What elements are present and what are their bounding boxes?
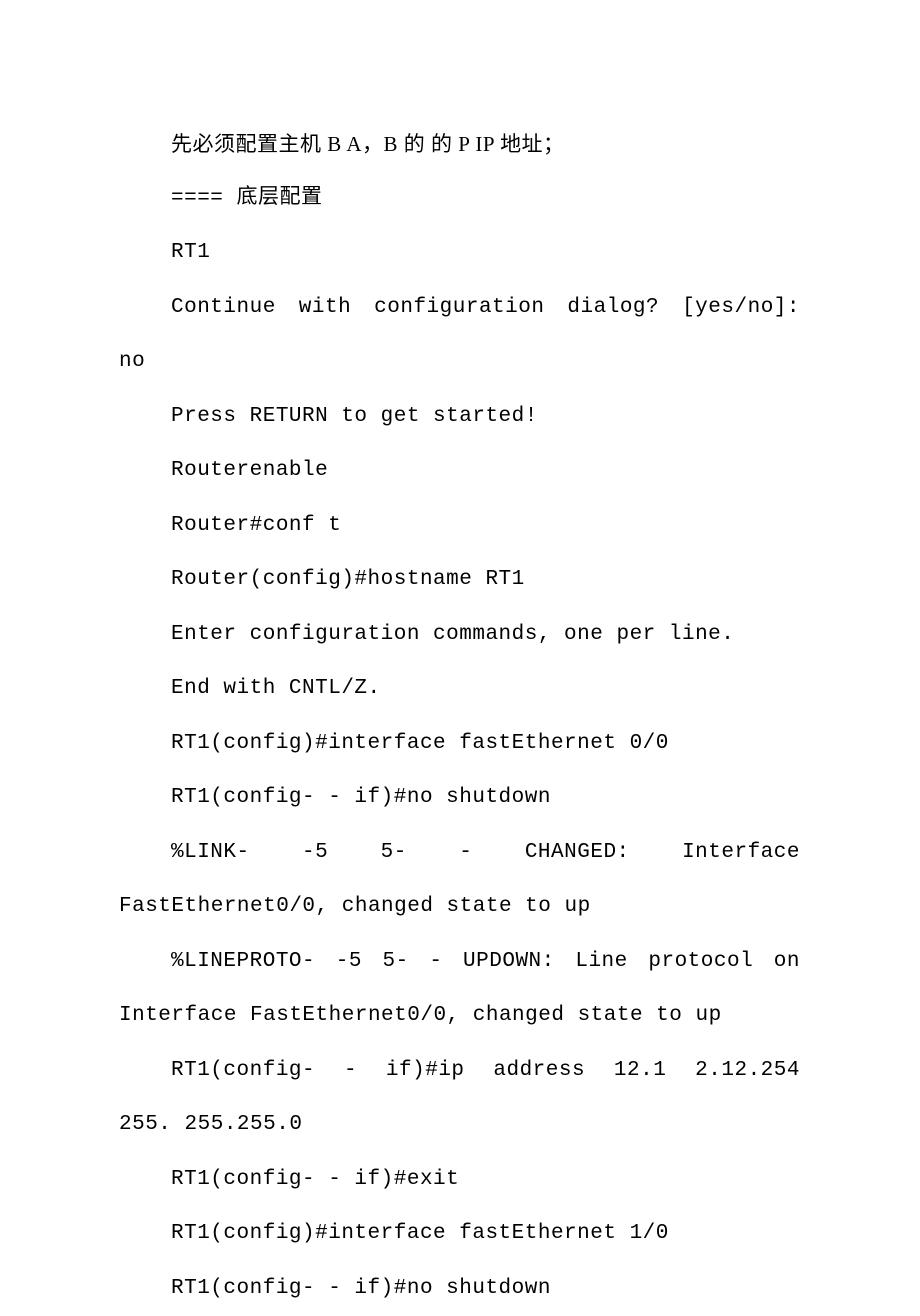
text-line: no (119, 335, 800, 390)
text-line: %LINK- -5 5- - CHANGED: Interface (119, 826, 800, 881)
text-line: RT1(config)#interface fastEthernet 1/0 (119, 1207, 800, 1262)
text-line: RT1 (119, 226, 800, 281)
text-line: Interface FastEthernet0/0, changed state… (119, 989, 800, 1044)
text-line: %LINEPROTO- -5 5- - UPDOWN: Line protoco… (119, 935, 800, 990)
text-line: RT1(config- - if)#exit (119, 1153, 800, 1208)
document-content: 先必须配置主机 B A，B 的 的 P IP 地址； ==== 底层配置 RT1… (119, 117, 800, 1316)
text-line: End with CNTL/Z. (119, 662, 800, 717)
text-line: ==== 底层配置 (119, 172, 800, 227)
text-line: RT1(config- - if)#no shutdown (119, 771, 800, 826)
text-line: 255. 255.255.0 (119, 1098, 800, 1153)
text-line: Continue with configuration dialog? [yes… (119, 281, 800, 336)
text-line: 先必须配置主机 B A，B 的 的 P IP 地址； (119, 117, 800, 172)
text-line: Press RETURN to get started! (119, 390, 800, 445)
text-line: RT1(config- - if)#ip address 12.1 2.12.2… (119, 1044, 800, 1099)
text-line: Enter configuration commands, one per li… (119, 608, 800, 663)
text-line: Router(config)#hostname RT1 (119, 553, 800, 608)
text-line: Routerenable (119, 444, 800, 499)
text-line: FastEthernet0/0, changed state to up (119, 880, 800, 935)
text-line: Router#conf t (119, 499, 800, 554)
text-line: RT1(config- - if)#no shutdown (119, 1262, 800, 1316)
text-line: RT1(config)#interface fastEthernet 0/0 (119, 717, 800, 772)
